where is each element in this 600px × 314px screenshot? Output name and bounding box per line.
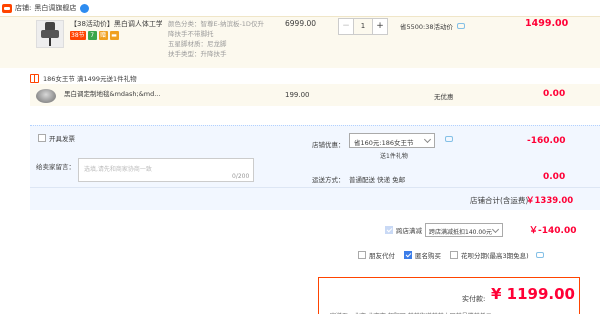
anonymous-checkbox[interactable] xyxy=(404,251,412,259)
invoice-label: 开具发票 xyxy=(49,135,75,143)
pay-amount: ¥ 1199.00 xyxy=(491,285,575,303)
cross-store-checkbox[interactable] xyxy=(385,226,393,234)
quantity-stepper: − 1 + xyxy=(338,18,388,35)
invoice-checkbox[interactable] xyxy=(38,134,46,142)
shop-icon xyxy=(2,3,12,13)
wangwang-icon[interactable] xyxy=(80,3,90,13)
shipping-method: 普通配送 快递 免邮 xyxy=(349,176,406,184)
shipping-cost: 0.00 xyxy=(543,172,566,182)
coupon-select[interactable]: 省160元:186女王节 xyxy=(349,133,435,148)
badge-7day: 7 xyxy=(87,31,97,40)
gift-title[interactable]: 黑白调定制地毯&mdash;&md... xyxy=(64,88,160,98)
pay-friend-label: 朋友代付 xyxy=(369,252,395,260)
chair-seat-graphic xyxy=(41,30,59,38)
chat-icon[interactable] xyxy=(457,23,466,29)
pay-friend-checkbox[interactable] xyxy=(358,251,366,259)
shop-header: 店铺: 黑白调旗舰店 xyxy=(0,0,600,16)
cross-store-select[interactable]: 跨店满减抵扣140.00元 xyxy=(425,223,503,237)
gift-header-text: 186女王节 满1499元送1件礼物 xyxy=(43,75,137,83)
gift-price: 199.00 xyxy=(285,91,310,99)
anonymous-option[interactable]: 匿名购买 xyxy=(404,250,441,260)
gift-icon xyxy=(30,73,39,83)
promo-text: 省5500:38活动价 xyxy=(400,23,454,31)
divider xyxy=(30,187,600,188)
badge-gift: 赠 xyxy=(98,31,108,40)
invoice-option[interactable]: 开具发票 xyxy=(38,133,75,143)
message-label: 给卖家留言： xyxy=(36,163,75,171)
message-count: 0/200 xyxy=(232,173,250,180)
cross-store-discount: 跨店满减 跨店满减抵扣140.00元 xyxy=(385,223,503,237)
coupon-gift: 送1件礼物 xyxy=(380,153,408,160)
message-placeholder: 选填,请先和商家协商一致 xyxy=(84,166,152,173)
shop-name[interactable]: 黑白调旗舰店 xyxy=(34,3,76,13)
item-row-border xyxy=(0,16,600,17)
item-badges: 38节 7 赠 ▬ xyxy=(70,31,119,40)
gift-thumbnail[interactable] xyxy=(36,89,56,103)
quantity-input[interactable]: 1 xyxy=(354,18,372,35)
chat-icon[interactable] xyxy=(445,136,453,142)
pay-friend-option[interactable]: 朋友代付 xyxy=(358,250,395,260)
huabei-checkbox[interactable] xyxy=(450,251,458,259)
badge-card: ▬ xyxy=(109,31,119,40)
gift-header: 186女王节 满1499元送1件礼物 xyxy=(30,73,137,83)
coupon-label: 店铺优惠： xyxy=(312,141,345,149)
sku-line: 扶手类型：升降扶手 xyxy=(168,50,227,58)
huabei-option[interactable]: 花呗分期(最高3期免息) xyxy=(450,250,544,260)
sku-line: 降扶手不带脚托 xyxy=(168,30,214,38)
huabei-label: 花呗分期(最高3期免息) xyxy=(461,252,529,260)
anonymous-label: 匿名购买 xyxy=(415,252,441,260)
badge-38: 38节 xyxy=(70,31,86,40)
item-promo: 省5500:38活动价 xyxy=(400,21,466,31)
shop-total-label: 店铺合计(含运费) xyxy=(470,196,529,205)
gift-total: 0.00 xyxy=(543,89,566,99)
cross-store-value: ￥-140.00 xyxy=(529,226,577,236)
item-price: 6999.00 xyxy=(285,19,317,28)
chat-icon[interactable] xyxy=(535,252,544,258)
pay-label: 实付款: xyxy=(462,295,486,303)
cross-store-label: 跨店满减 xyxy=(396,227,422,235)
quantity-minus-button[interactable]: − xyxy=(338,18,354,35)
item-total: 1499.00 xyxy=(525,18,569,29)
shop-label: 店铺: xyxy=(15,4,32,12)
chair-leg-graphic xyxy=(49,38,51,46)
payment-options: 朋友代付 匿名购买 花呗分期(最高3期免息) xyxy=(358,250,544,260)
sku-line: 颜色分类：智尊E-纳滨板-1D仅升 xyxy=(168,20,264,28)
item-sku[interactable]: 颜色分类：智尊E-纳滨板-1D仅升 降扶手不带脚托 五星脚材质：尼龙脚 扶手类型… xyxy=(168,19,278,59)
shipping-label: 运送方式： xyxy=(312,176,345,184)
sku-line: 五星脚材质：尼龙脚 xyxy=(168,40,227,48)
gift-promo: 无优惠 xyxy=(434,93,454,101)
quantity-plus-button[interactable]: + xyxy=(372,18,388,35)
item-title[interactable]: 【38活动价】黑白调人体工学... xyxy=(70,19,162,29)
coupon-discount: -160.00 xyxy=(527,136,566,146)
shop-total-value: ￥1339.00 xyxy=(526,196,574,206)
